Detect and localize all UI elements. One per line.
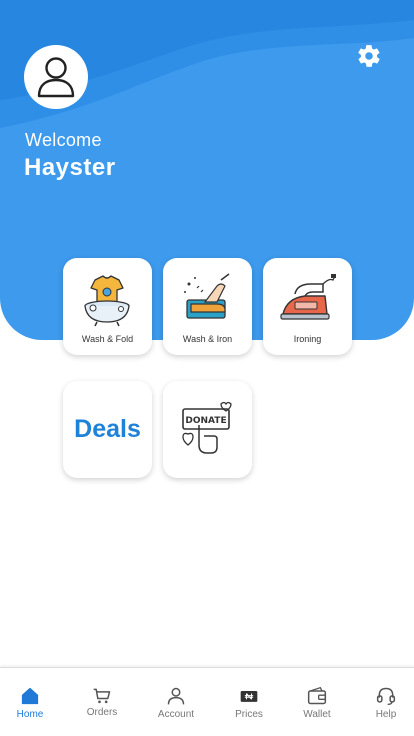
- donate-tile[interactable]: DONATE: [163, 381, 252, 478]
- welcome-text: Welcome: [25, 130, 102, 150]
- nav-item-orders[interactable]: Orders: [72, 668, 132, 736]
- donate-sign-text: DONATE: [185, 416, 226, 426]
- iron-icon: [280, 274, 336, 320]
- nav-label: Help: [375, 709, 397, 720]
- nav-item-help[interactable]: Help: [356, 668, 414, 736]
- service-label: Wash & Iron: [182, 334, 233, 344]
- nav-label: Prices: [235, 709, 263, 720]
- deals-tile[interactable]: Deals: [63, 381, 152, 478]
- headset-icon: [376, 687, 396, 705]
- user-name: Hayster: [24, 154, 116, 181]
- price-tag-icon: [240, 691, 258, 702]
- nav-label: Wallet: [303, 709, 331, 720]
- wash-fold-icon: [84, 275, 130, 327]
- home-icon: [21, 687, 39, 705]
- wallet-icon: [307, 686, 327, 705]
- avatar[interactable]: [24, 45, 88, 109]
- person-icon: [167, 687, 185, 705]
- nav-label: Orders: [86, 707, 118, 718]
- settings-button[interactable]: [356, 43, 382, 69]
- wash-iron-icon: [184, 273, 230, 319]
- gear-icon: [358, 45, 380, 67]
- nav-item-prices[interactable]: Prices: [219, 668, 279, 736]
- nav-item-account[interactable]: Account: [146, 668, 206, 736]
- deals-label: Deals: [74, 415, 141, 443]
- service-tile-wash-fold[interactable]: Wash & Fold: [63, 258, 152, 355]
- bottom-nav: Home Orders Account Prices Wallet Help: [0, 667, 414, 736]
- service-tile-ironing[interactable]: Ironing: [263, 258, 352, 355]
- user-icon: [37, 57, 75, 98]
- nav-item-home[interactable]: Home: [0, 668, 60, 736]
- cart-icon: [93, 688, 111, 704]
- service-label: Ironing: [293, 334, 322, 344]
- service-label: Wash & Fold: [81, 334, 134, 344]
- nav-label: Account: [157, 709, 195, 720]
- nav-label: Home: [16, 709, 44, 720]
- nav-item-wallet[interactable]: Wallet: [287, 668, 347, 736]
- service-tile-wash-iron[interactable]: Wash & Iron: [163, 258, 252, 355]
- donate-icon: DONATE: [182, 401, 232, 454]
